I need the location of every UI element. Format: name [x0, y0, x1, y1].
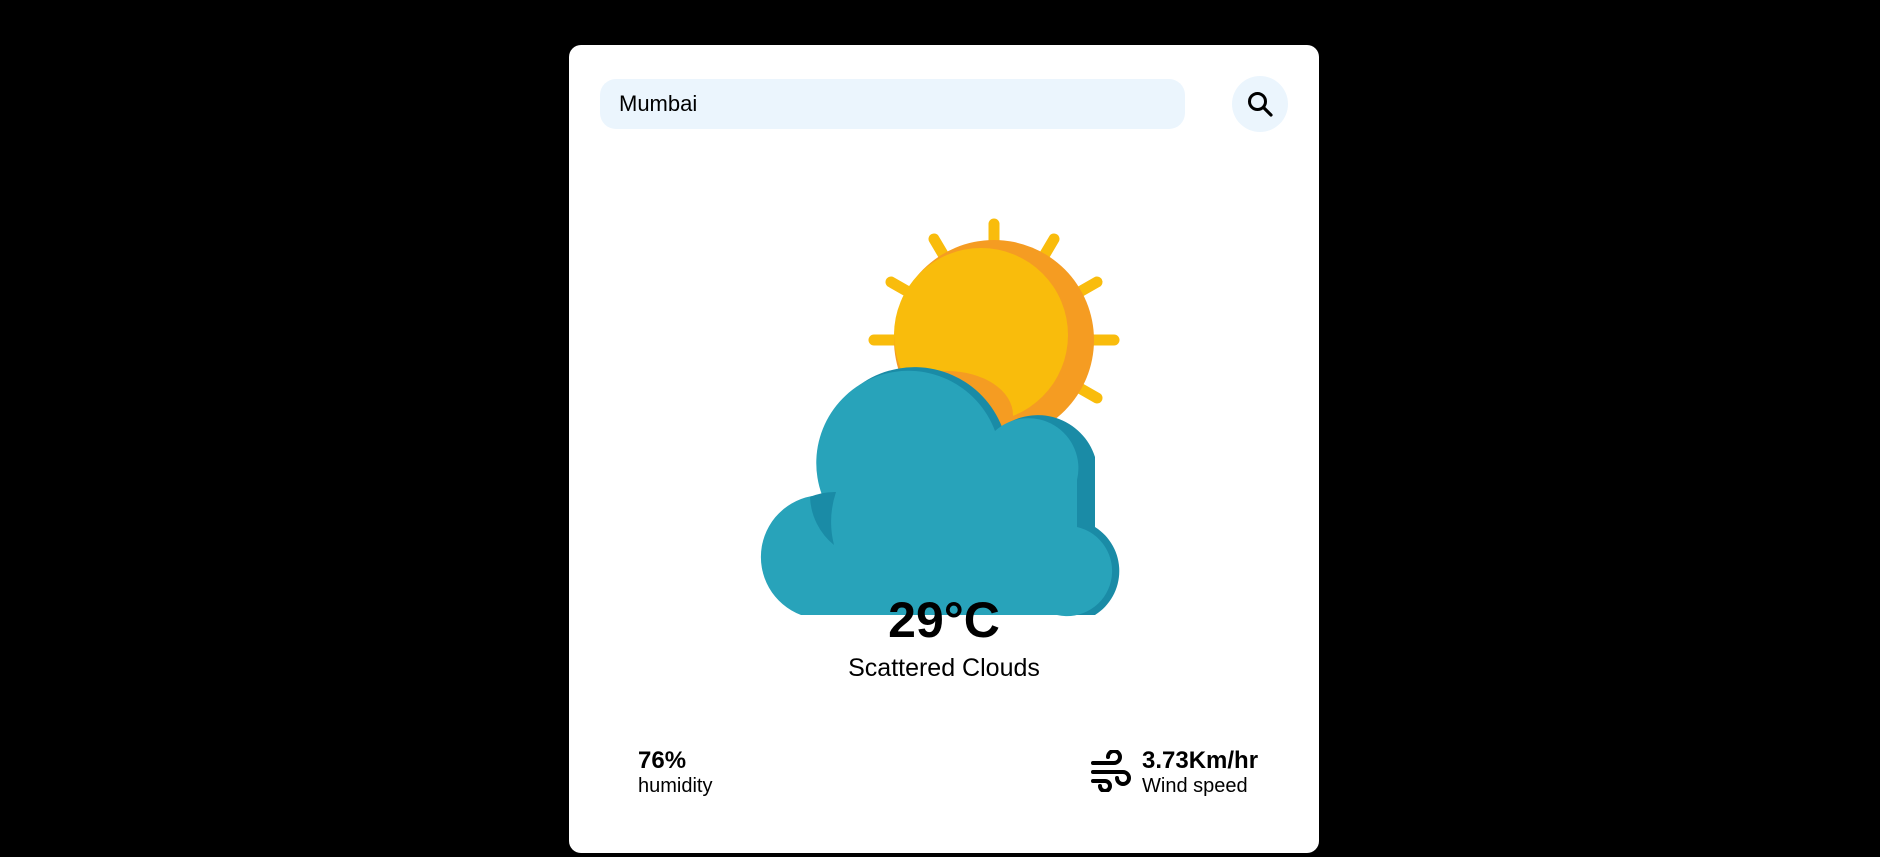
wind-icon: [1091, 750, 1131, 792]
humidity-stat: 76% humidity: [638, 747, 712, 798]
partly-cloudy-icon: [760, 218, 1120, 617]
humidity-label: humidity: [638, 775, 713, 797]
weather-card: 29°C Scattered Clouds 76% humidity 3.73K…: [569, 45, 1319, 853]
temperature-value: 29°C: [888, 592, 1000, 648]
search-icon: [1248, 92, 1273, 117]
wind-speed-label: Wind speed: [1142, 775, 1248, 797]
wind-speed-value: 3.73Km/hr: [1142, 747, 1259, 774]
weather-condition: Scattered Clouds: [848, 654, 1040, 682]
city-search-input[interactable]: [600, 79, 1185, 129]
search-button[interactable]: [1232, 76, 1288, 132]
wind-stat: 3.73Km/hr Wind speed: [1142, 747, 1258, 798]
humidity-value: 76%: [638, 747, 687, 774]
